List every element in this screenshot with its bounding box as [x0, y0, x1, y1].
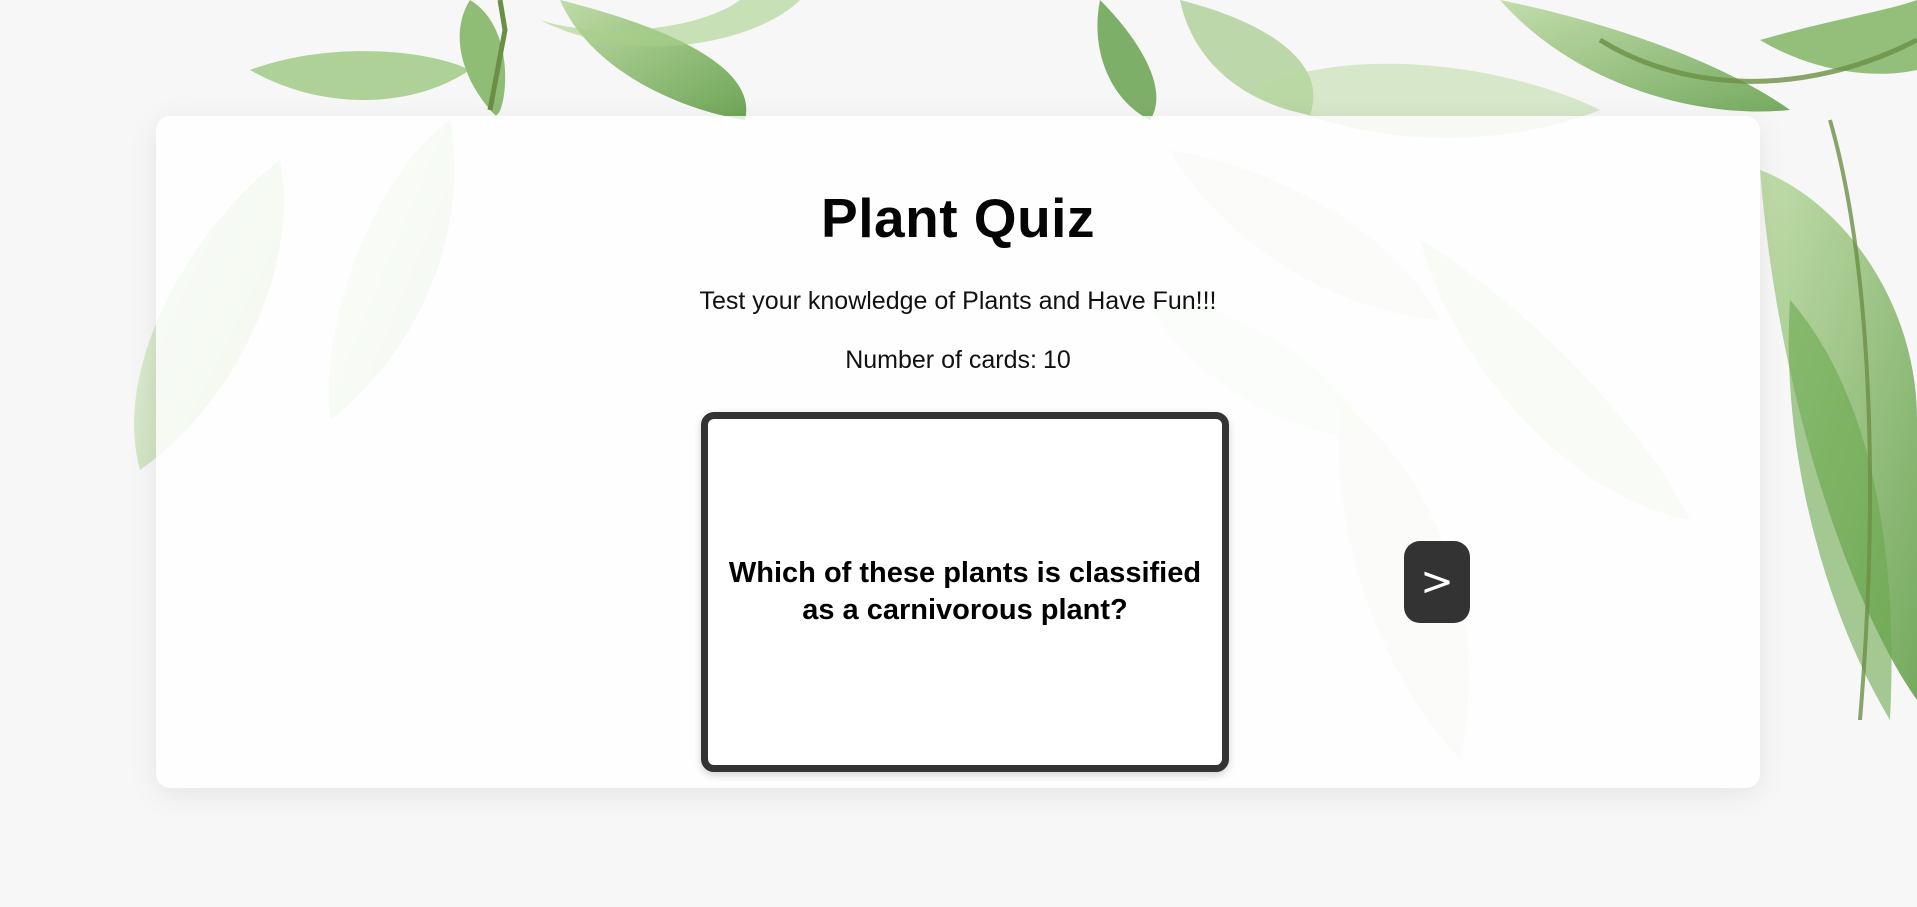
flashcard-question: Which of these plants is classified as a… — [728, 557, 1202, 626]
next-button-label: > — [1420, 559, 1454, 605]
card-count-value: 10 — [1042, 346, 1071, 374]
next-card-button[interactable]: > — [1404, 541, 1470, 623]
page-subtitle: Test your knowledge of Plants and Have F… — [699, 287, 1217, 315]
flashcard[interactable]: Which of these plants is classified as a… — [701, 412, 1229, 772]
quiz-panel: Plant Quiz Test your knowledge of Plants… — [156, 116, 1760, 788]
card-count-label: Number of cards: — [845, 346, 1037, 374]
page-title: Plant Quiz — [821, 187, 1095, 249]
card-count: Number of cards: 10 — [156, 346, 1760, 375]
page: Plant Quiz Test your knowledge of Plants… — [0, 0, 1917, 907]
